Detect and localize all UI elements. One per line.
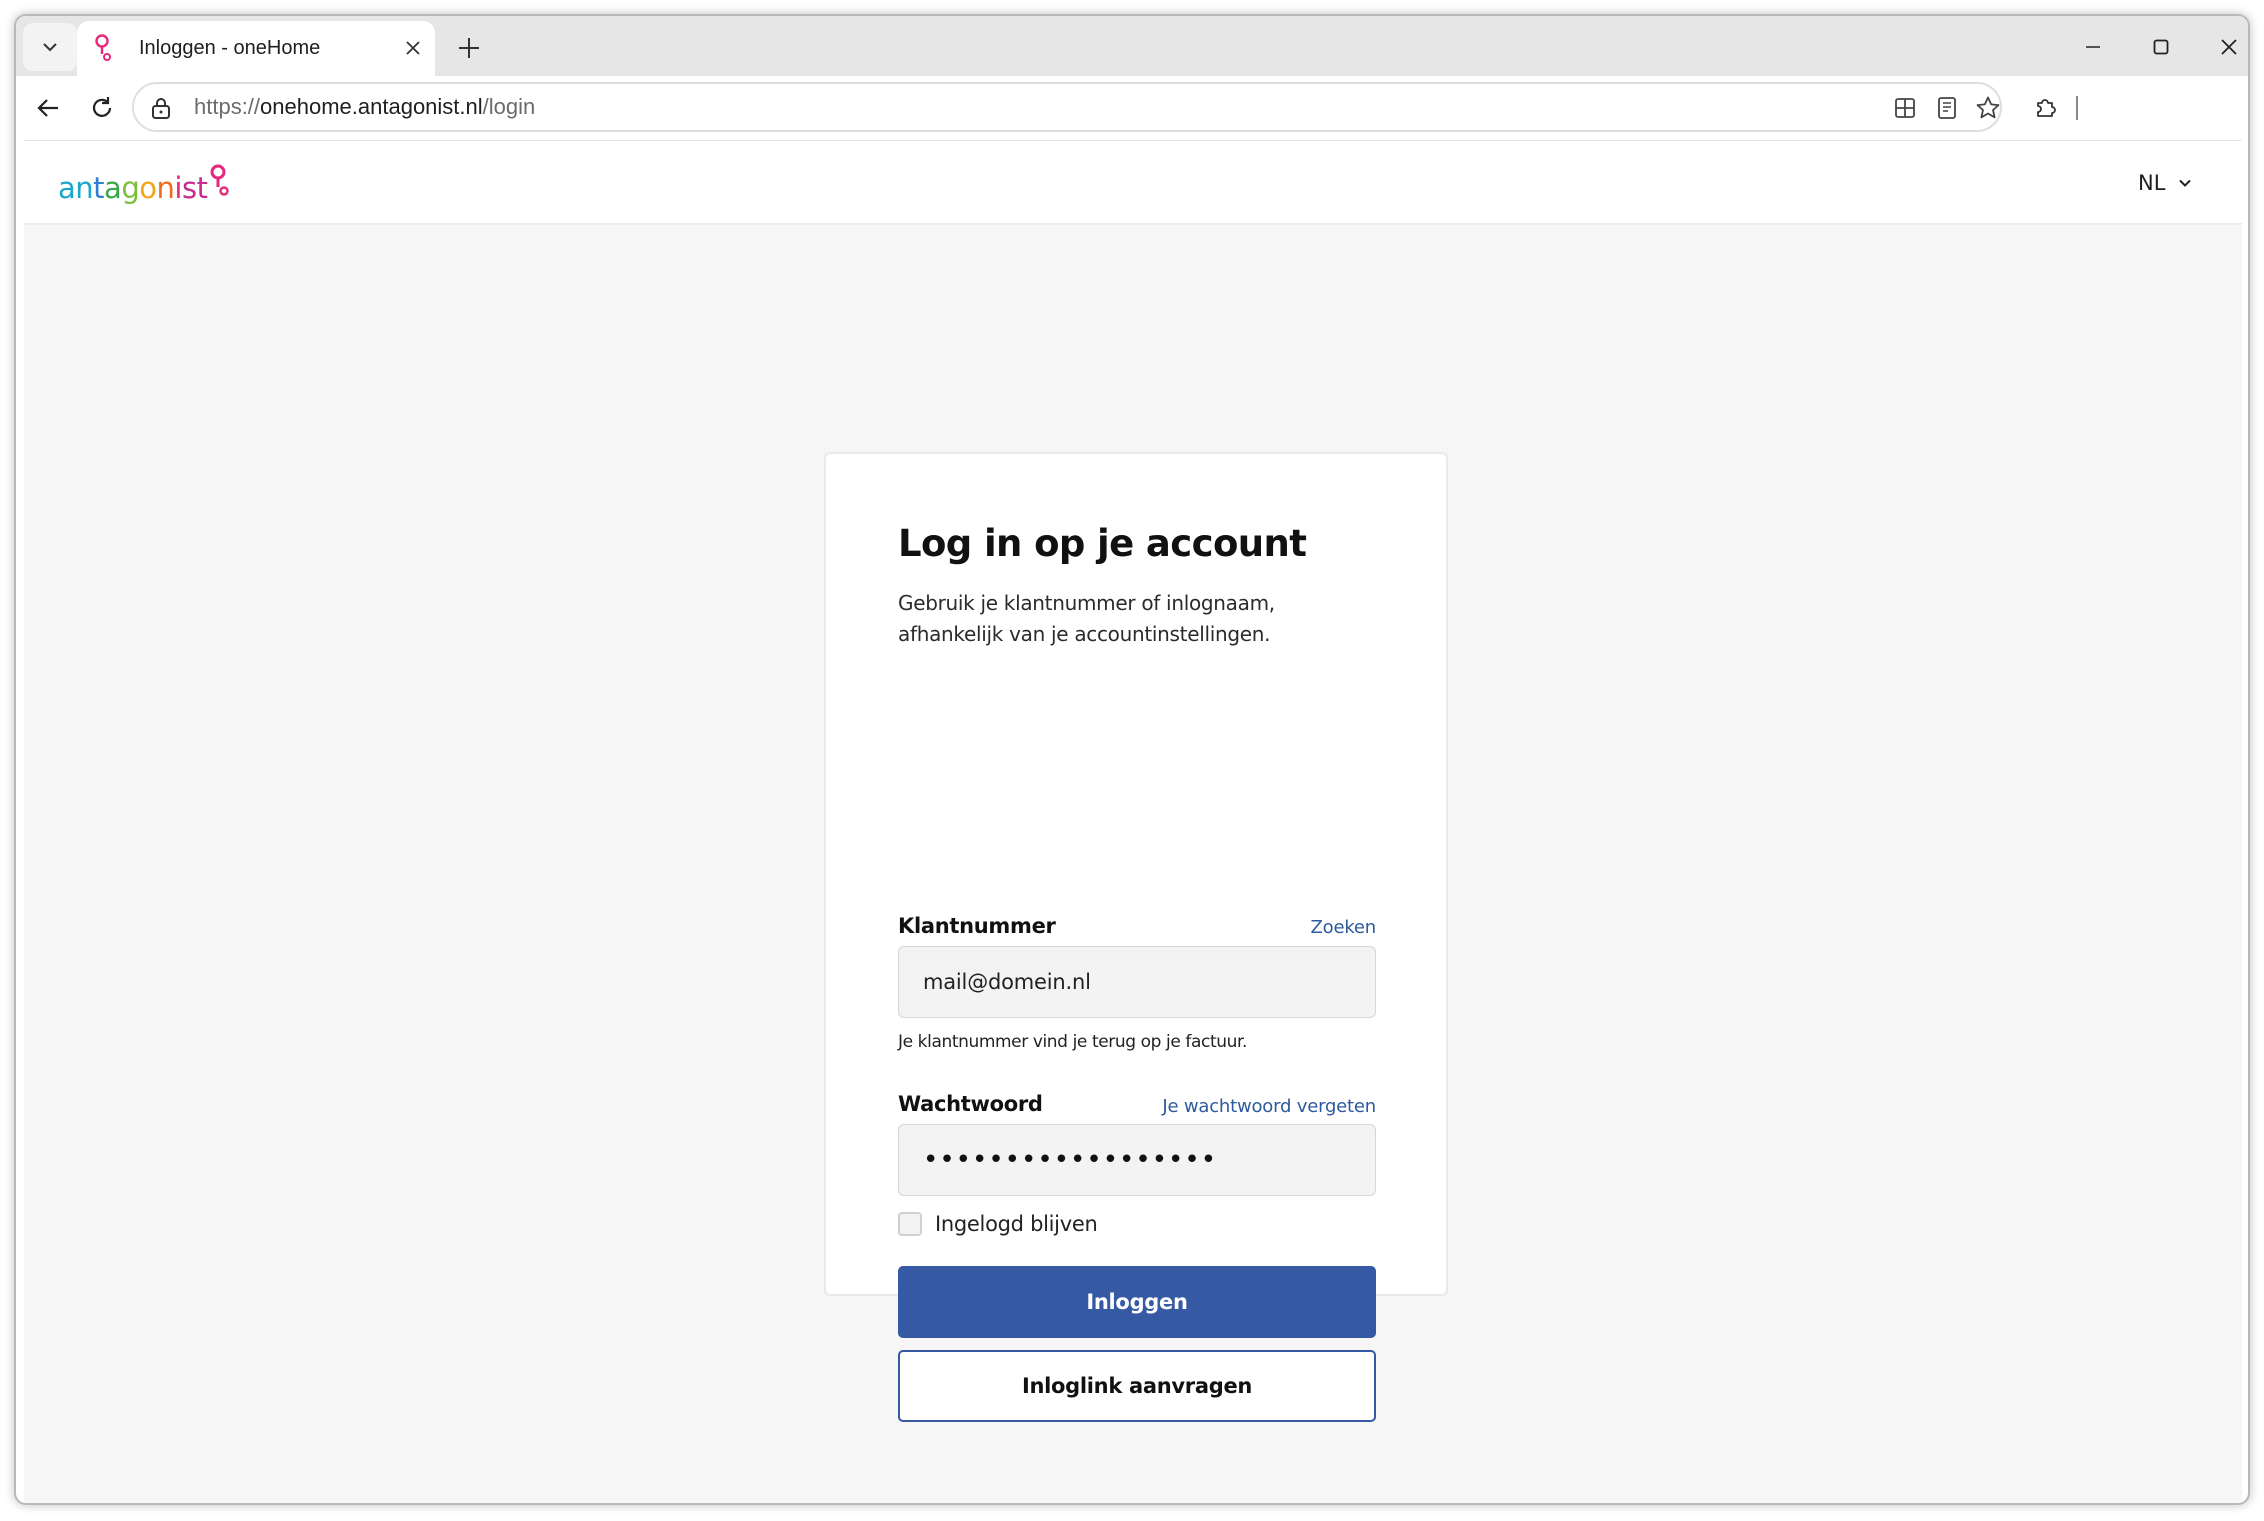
tab-search-button[interactable] [23,23,77,71]
split-screen-icon[interactable] [1891,94,1919,122]
back-arrow-icon[interactable] [30,90,66,126]
reload-icon[interactable] [84,90,120,126]
request-login-link-button[interactable]: Inloglink aanvragen [898,1350,1376,1422]
extensions-icon[interactable] [2029,91,2061,123]
toolbar-separator [2076,96,2078,120]
page-viewport: antagonist NL Log in op je account Gebru… [24,140,2242,1503]
browser-tab[interactable]: Inloggen - oneHome [77,21,435,76]
chevron-down-icon [43,43,57,52]
site-info-icon[interactable] [150,96,172,120]
logo-letter: n [156,171,175,205]
page-subtitle: Gebruik je klantnummer of inlognaam, afh… [898,591,1275,646]
language-label: NL [2138,171,2166,195]
browser-window: Inloggen - oneHome https://onehome.antag… [14,14,2250,1505]
address-bar[interactable]: https://onehome.antagonist.nl/login [132,82,2002,132]
close-window-icon[interactable] [2209,32,2248,62]
logo-letter: a [58,171,76,205]
logo-letter: o [139,171,157,205]
maximize-icon[interactable] [2141,32,2181,62]
logo-letter: t [93,171,105,205]
logo-letter: s [181,171,197,205]
logo-wordmark: antagonist [58,171,208,205]
chevron-down-icon [2179,179,2192,187]
logo-letter: i [174,171,182,205]
logo-mark-icon [210,164,230,196]
minimize-icon[interactable] [2073,32,2113,62]
logo-letter: n [75,171,94,205]
favorite-star-icon[interactable] [1974,94,2002,122]
new-tab-icon[interactable] [454,33,484,63]
antagonist-logo[interactable]: antagonist [58,161,231,205]
login-card: Log in op je account Gebruik je klantnum… [824,452,1448,1422]
customer-number-input[interactable]: mail@domein.nl [898,946,1376,1018]
remember-me-checkbox[interactable] [898,1212,922,1236]
browser-toolbar: https://onehome.antagonist.nl/login [16,76,2248,140]
tab-title: Inloggen - oneHome [139,37,321,59]
password-label: Wachtwoord [898,1092,1043,1116]
remember-me-label: Ingelogd blijven [935,1212,1098,1236]
login-button[interactable]: Inloggen [898,1266,1376,1338]
antagonist-favicon-icon [95,34,111,61]
logo-letter: t [196,171,208,205]
site-header: antagonist NL [24,141,2242,225]
logo-letter: a [104,171,122,205]
close-tab-icon[interactable] [401,36,425,60]
remember-me-row[interactable]: Ingelogd blijven [898,1211,1098,1237]
logo-letter: g [121,171,140,205]
page-title: Log in op je account [898,522,1307,565]
password-value: •••••••••••••••••• [923,1145,1218,1175]
password-input[interactable]: •••••••••••••••••• [898,1124,1376,1196]
tab-strip: Inloggen - oneHome [16,16,2248,76]
customer-number-value: mail@domein.nl [923,970,1091,994]
customer-number-hint: Je klantnummer vind je terug op je factu… [898,1032,1248,1052]
reading-view-icon[interactable] [1933,94,1961,122]
customer-number-label: Klantnummer [898,914,1056,938]
url-text: https://onehome.antagonist.nl/login [194,94,536,119]
forgot-password-link[interactable]: Je wachtwoord vergeten [1162,1096,1376,1117]
language-selector[interactable]: NL [2138,163,2193,203]
search-customer-number-link[interactable]: Zoeken [1311,917,1377,938]
